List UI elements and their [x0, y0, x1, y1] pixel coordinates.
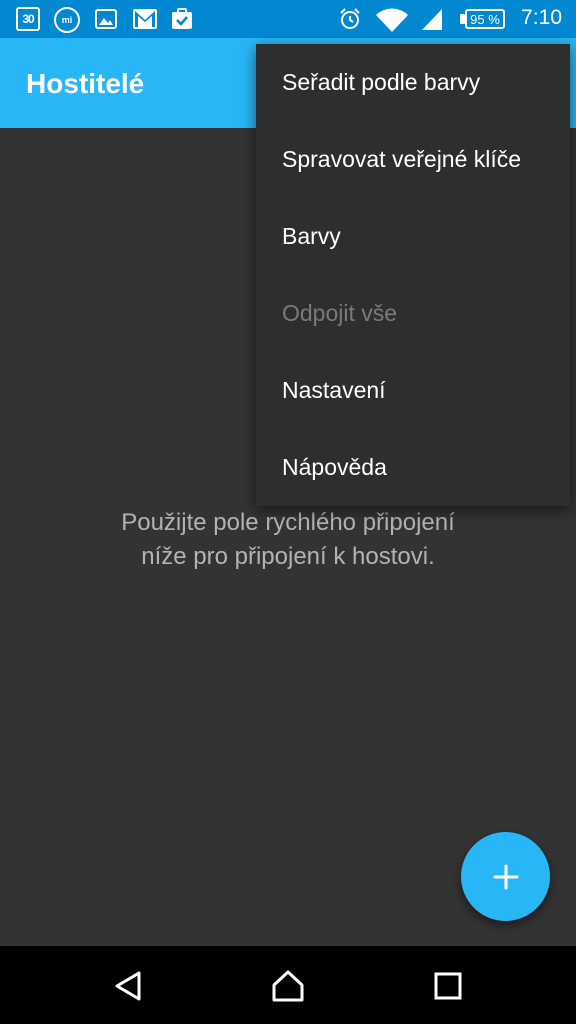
alarm-icon: [338, 7, 362, 31]
menu-item-colors[interactable]: Barvy: [256, 198, 570, 275]
navigation-bar: [0, 946, 576, 1024]
menu-item-help[interactable]: Nápověda: [256, 429, 570, 506]
wifi-icon: [375, 7, 409, 33]
menu-item-sort-by-color[interactable]: Seřadit podle barvy: [256, 44, 570, 121]
signal-icon: [420, 7, 444, 31]
task-icon: [170, 7, 194, 31]
status-bar: 30 mi 95 % 7:10: [0, 0, 576, 38]
menu-item-disconnect-all: Odpojit vše: [282, 300, 398, 326]
status-time: 7:10: [521, 6, 562, 29]
mi-fit-icon: mi: [54, 7, 80, 33]
empty-state-message: Použijte pole rychlého připojení níže pr…: [0, 506, 576, 574]
add-host-button[interactable]: [461, 832, 550, 921]
empty-message-line-2: níže pro připojení k hostovi.: [141, 543, 435, 570]
home-icon: [272, 970, 304, 1002]
menu-item-settings[interactable]: Nastavení: [256, 352, 570, 429]
back-button[interactable]: [110, 968, 146, 1004]
plus-icon: [493, 864, 518, 889]
recents-icon: [434, 972, 462, 1000]
recents-button[interactable]: [430, 968, 466, 1004]
home-button[interactable]: [270, 968, 306, 1004]
empty-message-line-1: Použijte pole rychlého připojení: [121, 509, 455, 536]
back-icon: [115, 971, 141, 1001]
page-title: Hostitelé: [26, 68, 145, 99]
gmail-icon: [132, 7, 158, 31]
overflow-menu: Seřadit podle barvy Spravovat veřejné kl…: [256, 44, 570, 506]
calendar-icon: 30: [16, 7, 40, 31]
battery-icon: 95 %: [465, 9, 505, 29]
gallery-icon: [94, 7, 118, 31]
menu-item-manage-pubkeys[interactable]: Spravovat veřejné klíče: [256, 121, 570, 198]
